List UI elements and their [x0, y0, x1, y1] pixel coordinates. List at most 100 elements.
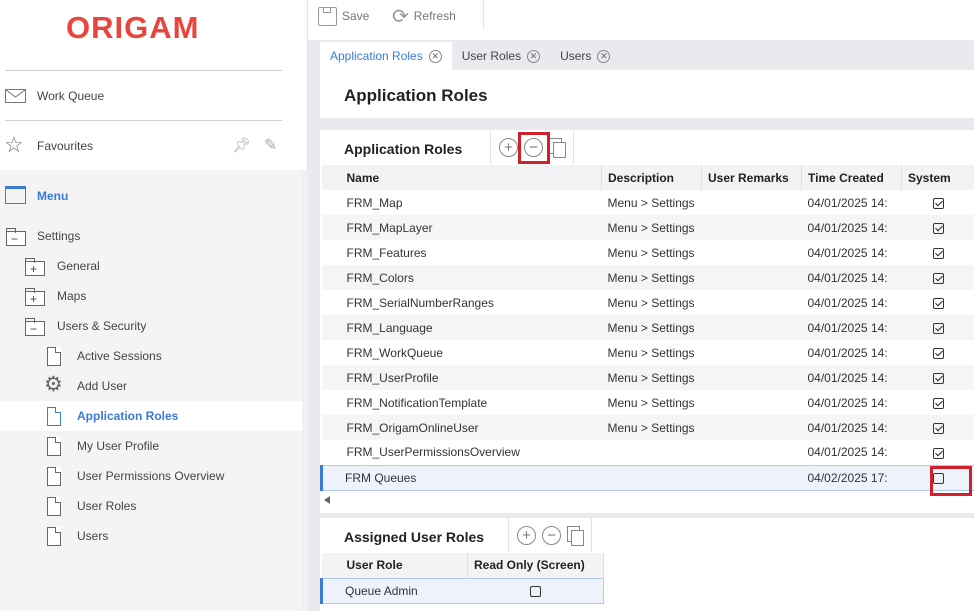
- tree-item-user-roles[interactable]: User Roles: [0, 491, 302, 521]
- table-row[interactable]: FRM_UserProfile Menu > Settings 04/01/2025…: [321, 365, 974, 390]
- cell-description[interactable]: Menu > Settings: [601, 415, 702, 440]
- tree-item-users[interactable]: Users: [0, 521, 302, 551]
- pin-icon[interactable]: 📌︎: [232, 136, 251, 154]
- cell-user-remarks[interactable]: [702, 240, 802, 265]
- table-row[interactable]: FRM_Features Menu > Settings 04/01/2025 14…: [322, 240, 974, 265]
- tree-item-active-sessions[interactable]: Active Sessions: [0, 341, 302, 371]
- column-header-time-created[interactable]: Time Created: [801, 165, 902, 190]
- checked-checkbox[interactable]: [933, 347, 944, 359]
- cell-user-remarks[interactable]: [702, 340, 802, 365]
- cell-user-remarks[interactable]: [702, 390, 802, 415]
- edit-icon[interactable]: ✎: [264, 135, 277, 155]
- cell-name[interactable]: FRM_WorkQueue: [322, 340, 602, 365]
- cell-description[interactable]: Menu > Settings: [601, 265, 702, 290]
- sidebar-work-queue[interactable]: Work Queue: [0, 81, 302, 111]
- cell-description[interactable]: [601, 464, 702, 491]
- cell-description[interactable]: Menu > Settings: [602, 190, 702, 215]
- table-row[interactable]: FRM_Language Menu > Settings 04/01/2025 14…: [321, 315, 974, 340]
- cell-user-remarks[interactable]: [701, 215, 802, 240]
- checked-checkbox[interactable]: [933, 297, 944, 309]
- cell-name[interactable]: FRM_Map: [322, 190, 602, 215]
- column-header-read-only[interactable]: Read Only (Screen): [467, 553, 604, 578]
- cell-name[interactable]: FRM_MapLayer: [321, 215, 602, 240]
- table-row[interactable]: FRM_Map Menu > Settings 04/01/2025 14:: [322, 190, 974, 215]
- table-row[interactable]: Queue Admin: [320, 577, 604, 604]
- cell-name[interactable]: FRM_OrigamOnlineUser: [321, 415, 602, 440]
- cell-time-created[interactable]: 04/01/2025 14:: [801, 415, 902, 440]
- cell-description[interactable]: Menu > Settings: [601, 215, 702, 240]
- column-header-user-role[interactable]: User Role: [321, 553, 468, 578]
- checked-checkbox[interactable]: [933, 272, 944, 284]
- close-icon[interactable]: ✕: [597, 49, 611, 63]
- cell-user-remarks[interactable]: [701, 365, 802, 390]
- horizontal-scrollbar[interactable]: [320, 493, 974, 507]
- column-header-description[interactable]: Description: [601, 165, 702, 190]
- table-row[interactable]: FRM_SerialNumberRanges Menu > Settings 04/…: [322, 290, 974, 315]
- checked-checkbox[interactable]: [933, 247, 944, 259]
- save-button[interactable]: Save: [318, 6, 369, 26]
- tab-user-roles[interactable]: User Roles ✕: [452, 42, 550, 70]
- checked-checkbox[interactable]: [933, 397, 944, 409]
- tree-item-settings[interactable]: − Settings: [0, 221, 302, 251]
- cell-time-created[interactable]: 04/01/2025 14:: [802, 290, 902, 315]
- add-row-button[interactable]: +: [499, 137, 518, 157]
- cell-user-remarks[interactable]: [701, 415, 802, 440]
- cell-description[interactable]: Menu > Settings: [601, 315, 702, 340]
- table-row[interactable]: FRM_NotificationTemplate Menu > Settings 0…: [322, 390, 974, 415]
- refresh-button[interactable]: ⟳ Refresh: [392, 6, 456, 28]
- tree-item-add-user[interactable]: ⚙ Add User: [0, 371, 302, 401]
- checked-checkbox[interactable]: [933, 422, 944, 434]
- column-header-user-remarks[interactable]: User Remarks: [701, 165, 802, 190]
- tree-item-application-roles[interactable]: Application Roles: [0, 401, 302, 431]
- cell-user-remarks[interactable]: [702, 440, 802, 465]
- delete-row-button[interactable]: −: [542, 525, 561, 545]
- tree-item-users-security[interactable]: − Users & Security: [0, 311, 302, 341]
- cell-time-created[interactable]: 04/01/2025 14:: [802, 240, 902, 265]
- cell-name[interactable]: FRM_Colors: [321, 265, 602, 290]
- cell-name[interactable]: FRM_UserPermissionsOverview: [322, 440, 602, 465]
- cell-user-remarks[interactable]: [701, 315, 802, 340]
- tree-item-my-user-profile[interactable]: My User Profile: [0, 431, 302, 461]
- cell-user-remarks[interactable]: [701, 464, 802, 491]
- close-icon[interactable]: ✕: [428, 49, 442, 63]
- cell-name[interactable]: FRM_Language: [321, 315, 602, 340]
- close-icon[interactable]: ✕: [527, 49, 541, 63]
- checked-checkbox[interactable]: [933, 447, 944, 459]
- column-header-name[interactable]: Name: [321, 165, 602, 190]
- duplicate-row-button[interactable]: [567, 526, 584, 546]
- tab-application-roles[interactable]: Application Roles ✕: [320, 42, 452, 70]
- sidebar-favourites[interactable]: ☆ Favourites 📌︎ ✎: [0, 131, 302, 161]
- cell-time-created[interactable]: 04/01/2025 14:: [801, 365, 902, 390]
- cell-name[interactable]: FRM_SerialNumberRanges: [322, 290, 602, 315]
- cell-name[interactable]: FRM_UserProfile: [321, 365, 602, 390]
- tree-item-maps[interactable]: + Maps: [0, 281, 302, 311]
- cell-description[interactable]: Menu > Settings: [602, 340, 702, 365]
- checked-checkbox[interactable]: [933, 197, 944, 209]
- table-row[interactable]: FRM Queues 04/02/2025 17:: [320, 464, 974, 491]
- cell-time-created[interactable]: 04/02/2025 17:: [801, 464, 902, 491]
- cell-user-remarks[interactable]: [701, 265, 802, 290]
- cell-description[interactable]: Menu > Settings: [601, 365, 702, 390]
- cell-description[interactable]: Menu > Settings: [602, 390, 702, 415]
- cell-description[interactable]: Menu > Settings: [602, 240, 702, 265]
- column-header-system[interactable]: System: [901, 165, 974, 190]
- checked-checkbox[interactable]: [933, 222, 944, 234]
- cell-time-created[interactable]: 04/01/2025 14:: [802, 190, 902, 215]
- cell-time-created[interactable]: 04/01/2025 14:: [801, 315, 902, 340]
- cell-time-created[interactable]: 04/01/2025 14:: [802, 340, 902, 365]
- cell-time-created[interactable]: 04/01/2025 14:: [802, 440, 902, 465]
- tab-users[interactable]: Users ✕: [550, 42, 620, 70]
- cell-user-role[interactable]: Queue Admin: [320, 577, 468, 604]
- add-row-button[interactable]: +: [517, 525, 536, 545]
- table-row[interactable]: FRM_Colors Menu > Settings 04/01/2025 14:: [321, 265, 974, 290]
- table-row[interactable]: FRM_MapLayer Menu > Settings 04/01/2025 14…: [321, 215, 974, 240]
- cell-user-remarks[interactable]: [702, 190, 802, 215]
- cell-time-created[interactable]: 04/01/2025 14:: [801, 265, 902, 290]
- cell-name[interactable]: FRM_Features: [322, 240, 602, 265]
- unchecked-checkbox[interactable]: [529, 585, 541, 597]
- tree-item-user-permissions-overview[interactable]: User Permissions Overview: [0, 461, 302, 491]
- table-row[interactable]: FRM_UserPermissionsOverview 04/01/2025 14…: [322, 440, 974, 465]
- checked-checkbox[interactable]: [933, 372, 944, 384]
- checked-checkbox[interactable]: [933, 322, 944, 334]
- cell-description[interactable]: Menu > Settings: [602, 290, 702, 315]
